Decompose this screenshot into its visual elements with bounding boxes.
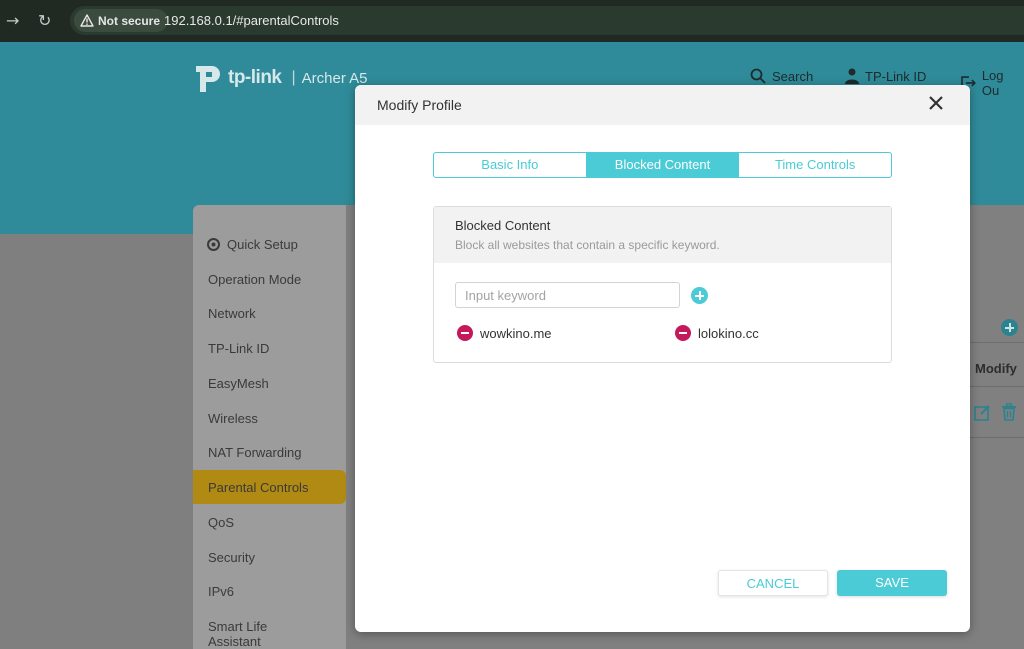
panel-description: Block all websites that contain a specif… [455, 238, 720, 252]
close-icon[interactable] [927, 94, 945, 112]
tplink-id-link-label: TP-Link ID [865, 68, 927, 84]
dialog-title: Modify Profile [377, 97, 462, 113]
sidebar-item-security[interactable]: Security [208, 550, 255, 565]
sidebar-item-easymesh[interactable]: EasyMesh [208, 376, 269, 391]
keyword-input[interactable] [455, 282, 680, 308]
panel-title: Blocked Content [455, 218, 551, 233]
browser-toolbar: → ↻ Not secure 192.168.0.1/#parentalCont… [0, 0, 1024, 42]
search-icon [750, 68, 766, 84]
address-bar[interactable]: Not secure 192.168.0.1/#parentalControls [70, 6, 1024, 35]
tplink-id-link[interactable]: TP-Link ID [845, 68, 926, 84]
modify-column-header: Modify [975, 361, 1017, 376]
blocked-content-panel: Blocked Content Block all websites that … [433, 206, 892, 363]
delete-icon[interactable] [1001, 403, 1017, 421]
add-keyword-icon[interactable] [691, 287, 708, 304]
url-text[interactable]: 192.168.0.1/#parentalControls [164, 13, 339, 28]
keyword-text: wowkino.me [480, 325, 552, 341]
profiles-table-edge: Modify [970, 42, 1024, 649]
sidebar-item-label: Quick Setup [227, 237, 298, 252]
brand-name: tp-link [228, 67, 282, 88]
panel-header: Blocked Content Block all websites that … [434, 207, 891, 263]
table-divider [970, 437, 1024, 438]
add-profile-icon[interactable] [1001, 319, 1018, 336]
dialog-header: Modify Profile [355, 85, 970, 125]
remove-keyword-icon[interactable] [457, 325, 473, 341]
sidebar-item-nat-forwarding[interactable]: NAT Forwarding [208, 445, 301, 460]
sidebar: Quick Setup Operation Mode Network TP-Li… [193, 205, 346, 649]
profile-tabs: Basic Info Blocked Content Time Controls [433, 152, 892, 178]
security-label: Not secure [98, 13, 161, 28]
search-link[interactable]: Search [750, 68, 813, 84]
tab-time-controls[interactable]: Time Controls [738, 153, 891, 177]
remove-keyword-icon[interactable] [675, 325, 691, 341]
keyword-item: wowkino.me [457, 325, 552, 341]
sidebar-item-quick-setup[interactable]: Quick Setup [206, 237, 298, 252]
tab-basic-info[interactable]: Basic Info [434, 153, 586, 177]
tab-blocked-content[interactable]: Blocked Content [585, 153, 739, 177]
sidebar-item-smart-life-assistant[interactable]: Smart Life Assistant [208, 619, 278, 649]
keyword-text: lolokino.cc [698, 325, 759, 341]
reload-icon[interactable]: ↻ [38, 11, 51, 30]
forward-icon[interactable]: → [6, 11, 19, 30]
sidebar-item-network[interactable]: Network [208, 306, 256, 321]
gear-icon [207, 238, 220, 251]
security-chip[interactable]: Not secure [74, 9, 169, 32]
sidebar-item-parental-controls[interactable]: Parental Controls [193, 470, 346, 504]
sidebar-item-wireless[interactable]: Wireless [208, 411, 258, 426]
user-icon [845, 68, 859, 84]
logo-separator: | [291, 69, 296, 86]
keyword-item: lolokino.cc [675, 325, 759, 341]
table-divider [970, 342, 1024, 343]
search-link-label: Search [772, 68, 814, 84]
edit-icon[interactable] [974, 404, 991, 421]
tplink-logo: tp-link | Archer A5 [192, 62, 368, 94]
warning-icon [80, 14, 94, 27]
sidebar-item-ipv6[interactable]: IPv6 [208, 584, 234, 599]
tplink-logo-icon [196, 66, 220, 92]
modify-profile-dialog: Modify Profile Basic Info Blocked Conten… [355, 85, 970, 632]
table-divider [970, 386, 1024, 387]
sidebar-item-tplink-id[interactable]: TP-Link ID [208, 341, 269, 356]
cancel-button[interactable]: CANCEL [718, 570, 828, 596]
sidebar-item-qos[interactable]: QoS [208, 515, 234, 530]
model-name: Archer A5 [301, 69, 368, 87]
save-button[interactable]: SAVE [837, 570, 947, 596]
sidebar-item-operation-mode[interactable]: Operation Mode [208, 272, 301, 287]
